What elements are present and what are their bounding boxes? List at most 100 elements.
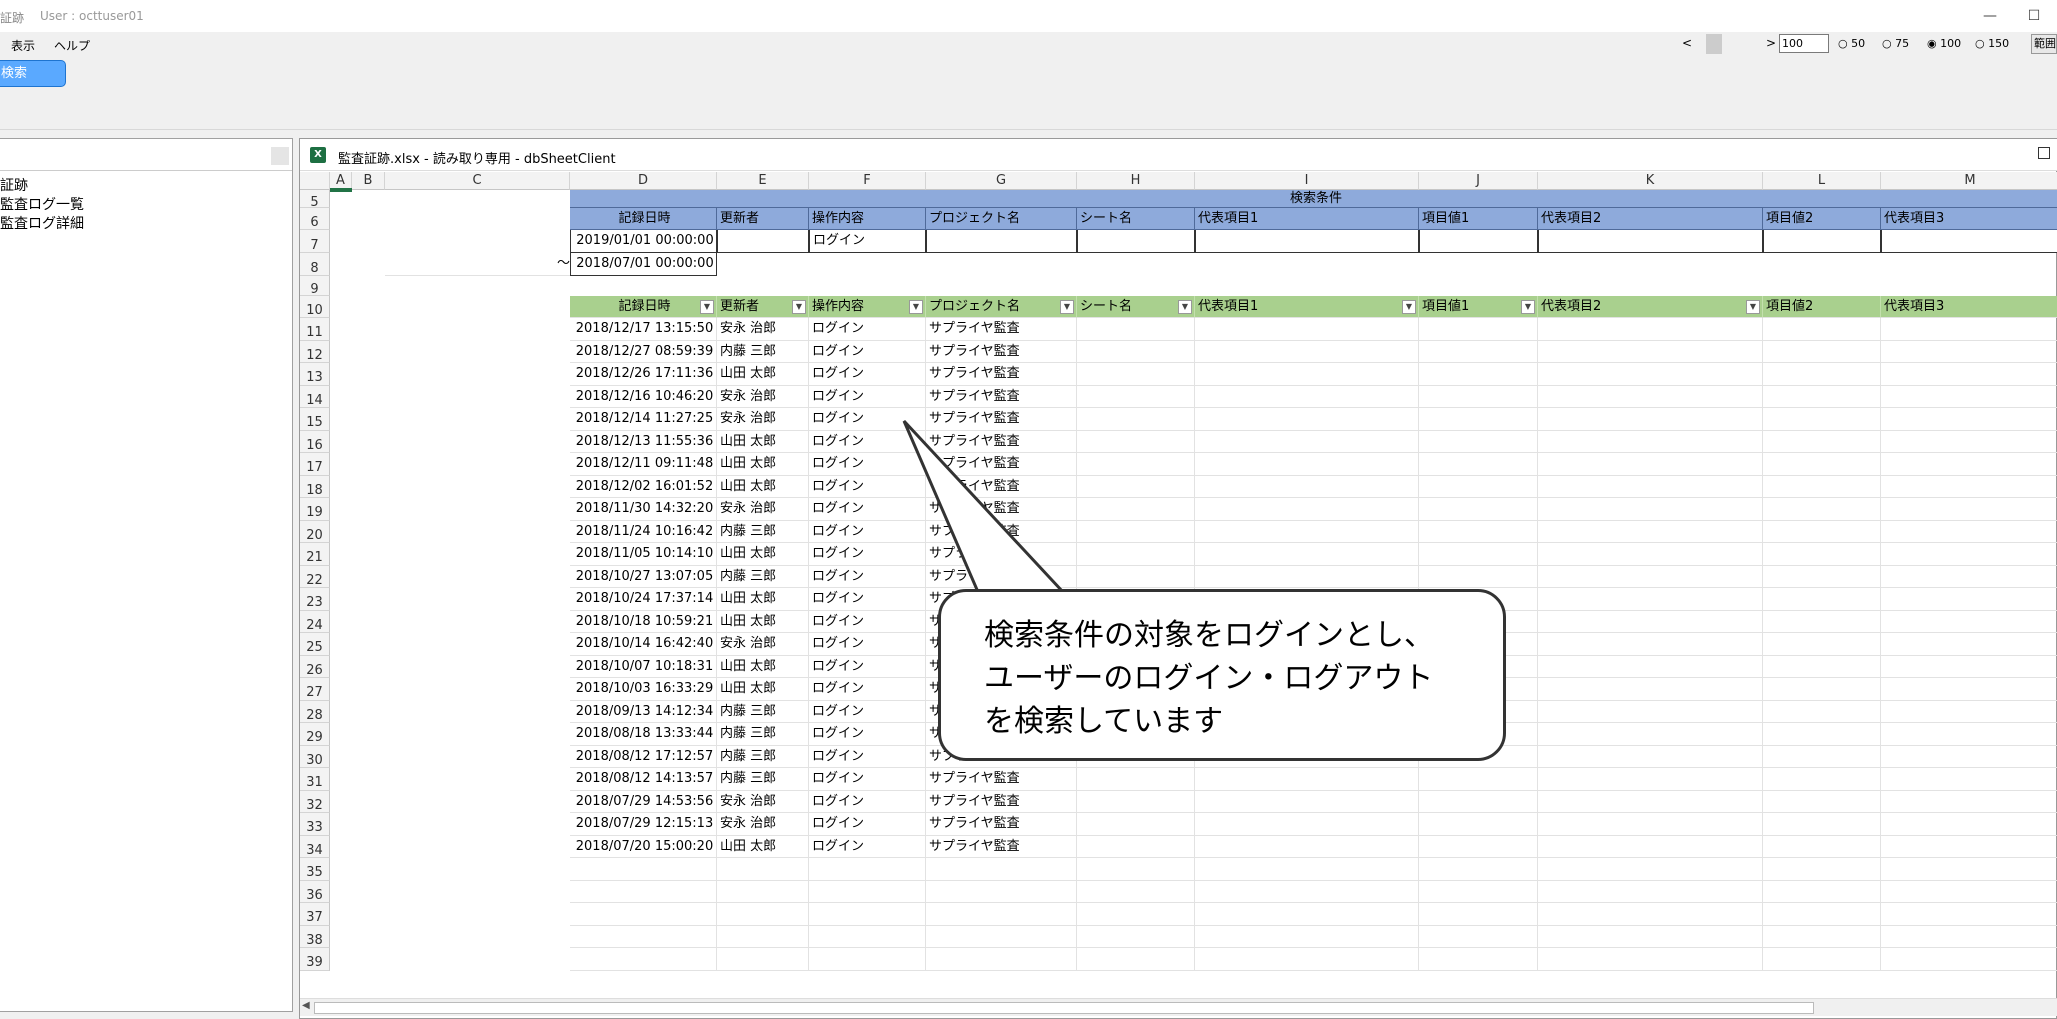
cell[interactable] (1881, 543, 2057, 566)
cell[interactable] (1538, 363, 1763, 386)
criteria-cell[interactable] (1881, 230, 2057, 253)
timestamp-cell[interactable]: 2018/12/27 08:59:39 (570, 340, 717, 363)
operation-cell[interactable]: ログイン (809, 340, 926, 363)
cell[interactable] (1538, 385, 1763, 408)
maximize-icon[interactable]: ☐ (2024, 6, 2044, 26)
cell[interactable] (1077, 903, 1195, 926)
cell[interactable] (1538, 678, 1763, 701)
column-header-k[interactable]: K (1538, 172, 1763, 190)
cell[interactable] (1881, 386, 2057, 408)
cell[interactable] (1419, 430, 1538, 453)
timestamp-cell[interactable]: 2018/11/30 14:32:20 (570, 498, 717, 521)
timestamp-cell[interactable]: 2018/07/20 15:00:20 (570, 835, 717, 858)
cell[interactable] (1881, 408, 2057, 431)
operation-cell[interactable]: ログイン (809, 363, 926, 386)
row-header[interactable]: 38 (300, 925, 330, 948)
criteria-header[interactable]: 項目値2 (1763, 208, 1881, 230)
cell[interactable] (809, 858, 926, 881)
user-cell[interactable]: 内藤 三郎 (717, 723, 809, 746)
cell[interactable] (1419, 543, 1538, 566)
cell[interactable] (1881, 476, 2057, 498)
criteria-header[interactable]: 代表項目1 (1195, 208, 1419, 230)
cell[interactable] (1538, 790, 1763, 813)
row-header[interactable]: 28 (300, 700, 330, 723)
cell[interactable] (1538, 633, 1763, 656)
cell[interactable] (1538, 948, 1763, 971)
range-button[interactable]: 範囲 (2031, 34, 2057, 54)
user-cell[interactable]: 内藤 三郎 (717, 340, 809, 363)
cell[interactable] (1195, 925, 1419, 948)
cell[interactable] (1538, 858, 1763, 881)
search-button[interactable]: 検索 (0, 60, 66, 87)
cell[interactable] (1881, 566, 2057, 588)
cell[interactable] (1538, 340, 1763, 363)
cell[interactable] (1538, 498, 1763, 521)
cell[interactable] (809, 880, 926, 903)
cell[interactable] (1419, 385, 1538, 408)
tree-item-audit-log-detail[interactable]: 監査ログ詳細 (0, 213, 84, 233)
project-cell[interactable]: サプライヤ監査 (926, 498, 1077, 521)
operation-cell[interactable]: ログイン (809, 655, 926, 678)
cell[interactable] (1195, 498, 1419, 521)
row-header[interactable]: 10 (300, 296, 330, 318)
criteria-header[interactable]: 操作内容 (809, 208, 926, 230)
timestamp-cell[interactable]: 2018/10/24 17:37:14 (570, 588, 717, 611)
cell[interactable] (1763, 363, 1881, 386)
filter-dropdown-icon[interactable]: ▼ (700, 300, 714, 314)
project-cell[interactable]: サプライヤ監査 (926, 813, 1077, 836)
column-header-l[interactable]: L (1763, 172, 1881, 190)
user-cell[interactable]: 内藤 三郎 (717, 700, 809, 723)
project-cell[interactable]: サプライヤ監査 (926, 340, 1077, 363)
user-cell[interactable]: 安永 治郎 (717, 813, 809, 836)
criteria-operation[interactable]: ログイン (809, 230, 926, 253)
timestamp-cell[interactable]: 2018/12/17 13:15:50 (570, 318, 717, 341)
timestamp-cell[interactable]: 2018/10/27 13:07:05 (570, 565, 717, 588)
operation-cell[interactable]: ログイン (809, 543, 926, 566)
user-cell[interactable]: 内藤 三郎 (717, 520, 809, 543)
cell[interactable] (1195, 858, 1419, 881)
row-header[interactable]: 6 (300, 208, 330, 230)
cell[interactable] (1763, 813, 1881, 836)
row-header[interactable]: 13 (300, 363, 330, 386)
cell[interactable] (1763, 453, 1881, 476)
user-cell[interactable]: 山田 太郎 (717, 655, 809, 678)
operation-cell[interactable]: ログイン (809, 453, 926, 476)
timestamp-cell[interactable]: 2018/10/14 16:42:40 (570, 633, 717, 656)
minimize-icon[interactable]: — (1980, 6, 2000, 26)
user-cell[interactable]: 山田 太郎 (717, 678, 809, 701)
project-cell[interactable]: サプライヤ監査 (926, 565, 1077, 588)
user-cell[interactable]: 山田 太郎 (717, 543, 809, 566)
cell[interactable] (1419, 318, 1538, 341)
cell[interactable] (1538, 430, 1763, 453)
cell[interactable] (1077, 835, 1195, 858)
cell[interactable] (1881, 431, 2057, 453)
operation-cell[interactable]: ログイン (809, 768, 926, 791)
cell[interactable] (1881, 948, 2057, 971)
row-header[interactable]: 21 (300, 543, 330, 566)
user-cell[interactable]: 安永 治郎 (717, 385, 809, 408)
timestamp-cell[interactable]: 2018/11/24 10:16:42 (570, 520, 717, 543)
row-header[interactable]: 18 (300, 475, 330, 498)
cell[interactable] (1763, 498, 1881, 521)
user-cell[interactable]: 内藤 三郎 (717, 565, 809, 588)
cell[interactable] (1077, 363, 1195, 386)
filter-dropdown-icon[interactable]: ▼ (1060, 300, 1074, 314)
cell[interactable] (1195, 318, 1419, 341)
operation-cell[interactable]: ログイン (809, 723, 926, 746)
select-all-corner[interactable] (300, 172, 330, 190)
project-cell[interactable]: サプライヤ監査 (926, 790, 1077, 813)
row-header[interactable]: 19 (300, 498, 330, 521)
cell[interactable] (1419, 363, 1538, 386)
project-cell[interactable]: サプライヤ監査 (926, 453, 1077, 476)
cell[interactable] (1419, 790, 1538, 813)
cell[interactable] (1538, 655, 1763, 678)
cell[interactable] (1881, 858, 2057, 881)
cell[interactable] (1538, 768, 1763, 791)
row-header[interactable]: 14 (300, 385, 330, 408)
criteria-header[interactable]: 代表項目3 (1881, 208, 2057, 230)
cell[interactable] (1077, 858, 1195, 881)
operation-cell[interactable]: ログイン (809, 475, 926, 498)
row-header[interactable]: 35 (300, 858, 330, 881)
cell[interactable] (1881, 903, 2057, 926)
project-cell[interactable]: サプライヤ監査 (926, 430, 1077, 453)
